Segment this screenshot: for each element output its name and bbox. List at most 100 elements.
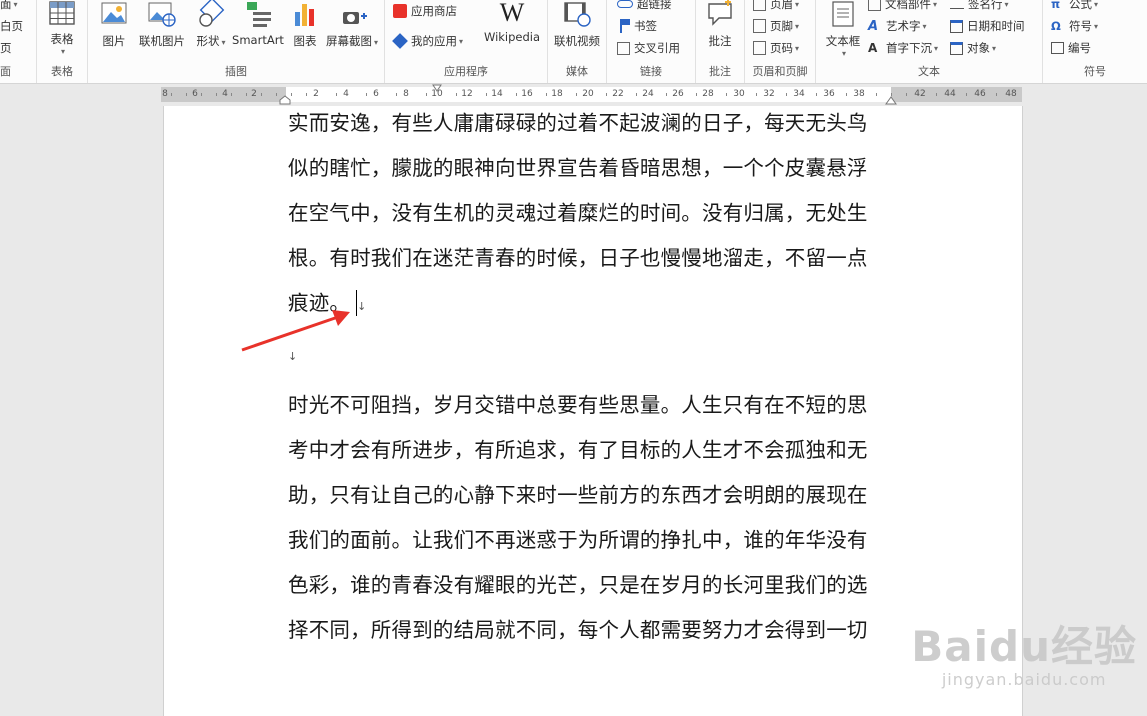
equation-label: 公式 [1069, 0, 1092, 11]
text-line[interactable]: 择不同，所得到的结局就不同，每个人都需要努力才会得到一切 [288, 613, 898, 658]
my-apps-label: 我的应用 [411, 34, 457, 48]
media-group-label: 媒体 [566, 65, 588, 78]
bookmark-label: 书签 [634, 19, 657, 33]
object-label: 对象 [967, 41, 990, 55]
first-line-indent-marker[interactable] [432, 84, 442, 92]
chart-label: 图表 [293, 34, 317, 48]
text-line[interactable]: 色彩，谁的青春没有耀眼的光芒，只是在岁月的长河里我们的选 [288, 568, 898, 613]
object-button[interactable]: 对象 ▾ [950, 38, 996, 58]
ruler-number: 6 [192, 89, 198, 99]
object-icon [950, 41, 963, 55]
horizontal-ruler[interactable]: 8 6 4 2 2 4 6 8 10 12 14 16 18 20 22 24 26 28 30 32 34 36 38 42… [161, 84, 1022, 105]
ruler-tick [906, 93, 907, 96]
ruler-number: 46 [974, 89, 986, 99]
shapes-label: 形状 [196, 34, 220, 48]
symbol-button[interactable]: Ω 符号 ▾ [1051, 16, 1098, 36]
bookmark-button[interactable]: 书签 [617, 16, 657, 36]
footer-button[interactable]: 页脚 ▾ [753, 16, 799, 36]
comment-label: 批注 [708, 34, 732, 48]
ruler-number: 12 [461, 89, 473, 99]
omega-icon: Ω [1051, 19, 1061, 33]
chart-button[interactable]: 图表 [286, 0, 324, 49]
textbox-icon [832, 1, 854, 27]
tables-group-label: 表格 [51, 65, 73, 78]
page-number-label: 页码 [770, 41, 793, 55]
ruler-number: 24 [642, 89, 654, 99]
blank-page-button[interactable]: 白页 [0, 16, 23, 36]
table-icon [49, 1, 75, 25]
ruler-tick [261, 93, 262, 96]
footer-label: 页脚 [770, 19, 793, 33]
screenshot-button[interactable]: 屏幕截图 ▾ [324, 0, 380, 49]
page-break-button[interactable]: 页 [0, 38, 12, 58]
textbox-button[interactable]: 文本框 ▾ [820, 0, 866, 58]
text-line[interactable]: 根。有时我们在迷茫青春的时候，日子也慢慢地溜走，不留一点 [288, 241, 898, 286]
online-video-label: 联机视频 [554, 34, 600, 48]
shapes-button[interactable]: 形状 ▾ [192, 0, 230, 49]
text-line[interactable]: 时光不可阻挡，岁月交错中总要有些思量。人生只有在不短的思 [288, 388, 898, 433]
text-line-last[interactable]: 痕迹。 ↓ [288, 286, 898, 331]
comments-group-label: 批注 [709, 65, 731, 78]
header-button[interactable]: 页眉 ▾ [753, 0, 799, 14]
text-line[interactable]: 在空气中，没有生机的灵魂过着糜烂的时间。没有归属，无处生 [288, 196, 898, 241]
cross-reference-button[interactable]: 交叉引用 [617, 38, 680, 58]
text-line[interactable]: 实而安逸，有些人庸庸碌碌的过着不起波澜的日子，每天无头鸟 [288, 106, 898, 151]
paragraph-1[interactable]: 实而安逸，有些人庸庸碌碌的过着不起波澜的日子，每天无头鸟 似的瞎忙，朦胧的眼神向… [288, 106, 898, 331]
picture-button[interactable]: 图片 [94, 0, 134, 49]
ruler-number: 14 [491, 89, 503, 99]
signature-line-button[interactable]: 签名行 ▾ [950, 0, 1009, 14]
screenshot-icon [343, 12, 367, 24]
ruler-tick [216, 93, 217, 96]
ruler-tick [516, 93, 517, 96]
left-indent-marker[interactable] [279, 95, 291, 105]
ruler-tick [996, 93, 997, 96]
text-line[interactable]: 考中才会有所进步，有所追求，有了目标的人生才不会孤独和无 [288, 433, 898, 478]
dropcap-button[interactable]: A 首字下沉 ▾ [868, 38, 938, 58]
textbox-label: 文本框 [825, 34, 861, 48]
hyperlink-button[interactable]: 超链接 [617, 0, 672, 14]
ruler-number: 22 [612, 89, 624, 99]
paragraph-2[interactable]: 时光不可阻挡，岁月交错中总要有些思量。人生只有在不短的思 考中才会有所进步，有所… [288, 388, 898, 658]
cover-page-button[interactable]: 面 ▾ [0, 0, 18, 14]
document-page[interactable]: 实而安逸，有些人庸庸碌碌的过着不起波澜的日子，每天无头鸟 似的瞎忙，朦胧的眼神向… [163, 106, 1023, 716]
quick-parts-icon [868, 0, 881, 11]
text-line[interactable]: 似的瞎忙，朦胧的眼神向世界宣告着昏暗思想，一个个皮囊悬浮 [288, 151, 898, 196]
quick-parts-button[interactable]: 文档部件 ▾ [868, 0, 937, 14]
equation-button[interactable]: π 公式 ▾ [1051, 0, 1098, 14]
number-button[interactable]: 编号 [1051, 38, 1091, 58]
screenshot-label: 屏幕截图 [325, 34, 372, 48]
ruler-tick [756, 93, 757, 96]
table-button[interactable]: 表格 ▾ [45, 0, 79, 56]
ruler-tick [546, 93, 547, 96]
ruler-tick [291, 93, 292, 96]
ruler-number: 4 [222, 89, 228, 99]
bookmark-icon [620, 19, 630, 33]
wikipedia-button[interactable]: W Wikipedia [481, 0, 543, 44]
page-number-button[interactable]: 页码 ▾ [753, 38, 799, 58]
links-group: 超链接 书签 交叉引用 链接 [607, 0, 696, 83]
online-video-button[interactable]: 联机视频 [550, 0, 604, 49]
wordart-button[interactable]: A 艺术字 ▾ [868, 16, 927, 36]
datetime-button[interactable]: 日期和时间 [950, 16, 1025, 36]
header-footer-group: 页眉 ▾ 页脚 ▾ 页码 ▾ 页眉和页脚 [745, 0, 816, 83]
comment-button[interactable]: 批注 [700, 0, 740, 49]
online-picture-button[interactable]: 联机图片 [134, 0, 190, 49]
text-line[interactable]: 助，只有让自己的心静下来时一些前方的东西才会明朗的展现在 [288, 478, 898, 523]
right-indent-marker[interactable] [885, 95, 897, 105]
hyperlink-icon [617, 0, 633, 8]
online-video-icon [564, 2, 591, 27]
ruler-tick [336, 93, 337, 96]
my-apps-button[interactable]: 我的应用 ▾ [392, 31, 463, 51]
ruler-tick [426, 93, 427, 96]
baidu-logo: Baidu经验 [911, 622, 1137, 671]
store-button[interactable]: 应用商店 [393, 1, 457, 21]
header-icon [753, 0, 766, 11]
ruler-number: 26 [672, 89, 684, 99]
text-line[interactable]: 我们的面前。让我们不再迷惑于为所谓的挣扎中，谁的年华没有 [288, 523, 898, 568]
smartart-button[interactable]: SmartArt [228, 0, 288, 47]
cross-reference-icon [617, 41, 630, 55]
pi-icon: π [1051, 0, 1061, 11]
ruler-number: 34 [793, 89, 805, 99]
ruler-number: 42 [914, 89, 926, 99]
ruler-tick [816, 93, 817, 96]
